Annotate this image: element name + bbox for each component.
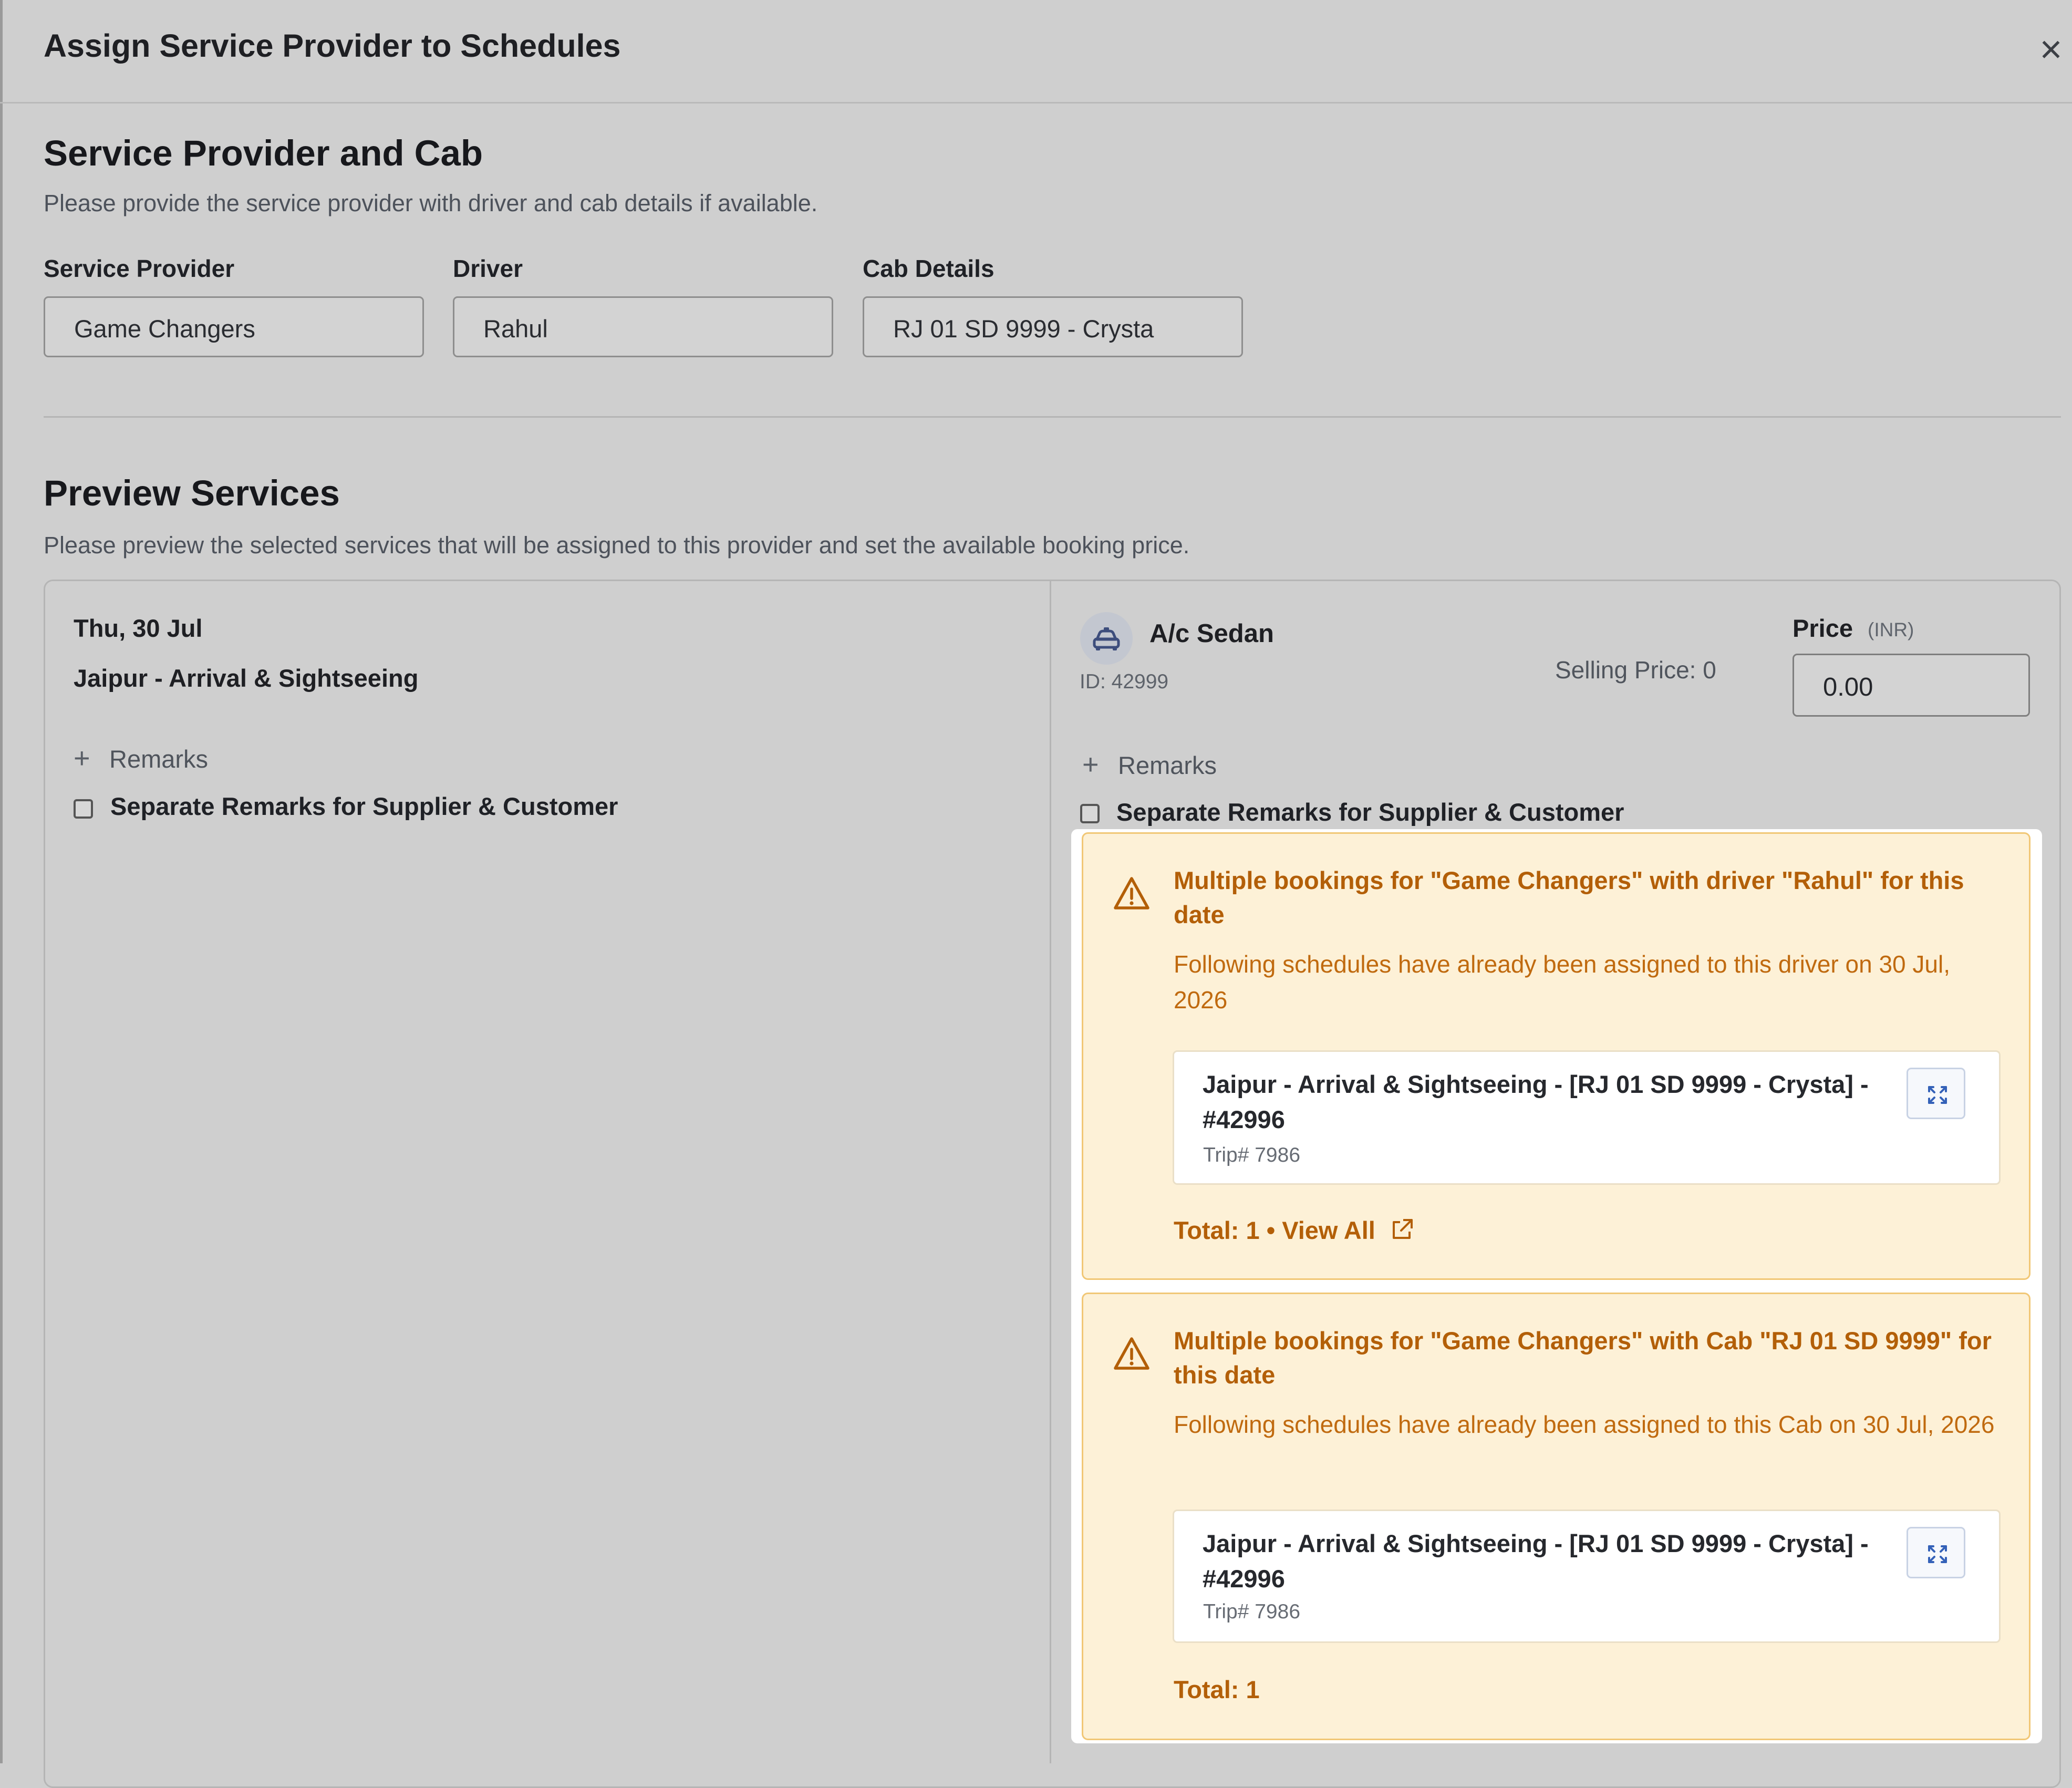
- total-separator: •: [1259, 1216, 1282, 1244]
- trip-number: Trip# 7986: [1203, 1144, 1301, 1166]
- service-provider-value: Game Changers: [74, 315, 255, 343]
- conflicting-schedule: Jaipur - Arrival & Sightseeing - [RJ 01 …: [1173, 1510, 2001, 1643]
- add-cab-remarks-button[interactable]: + Remarks: [1082, 748, 1217, 781]
- expand-icon: [1928, 1086, 1947, 1104]
- warning-description: Following schedules have already been as…: [1174, 1411, 1995, 1438]
- separate-remarks-checkbox[interactable]: [74, 799, 93, 819]
- schedule-title: Jaipur - Arrival & Sightseeing - [RJ 01 …: [1203, 1070, 1869, 1133]
- close-icon[interactable]: ×: [2032, 30, 2070, 69]
- expand-button[interactable]: [1907, 1527, 1965, 1578]
- car-glyph: [1093, 627, 1120, 650]
- total-count: Total: 1: [1174, 1216, 1260, 1244]
- selling-price: Selling Price: 0: [1555, 656, 1716, 684]
- service-provider-label: Service Provider: [44, 255, 235, 282]
- dialog-header: Assign Service Provider to Schedules ×: [0, 0, 2072, 104]
- driver-conflict-warning: Multiple bookings for "Game Changers" wi…: [1082, 832, 2030, 1280]
- cab-conflict-warning: Multiple bookings for "Game Changers" wi…: [1082, 1293, 2030, 1740]
- dialog-left-edge: [0, 0, 3, 1763]
- conflict-total: Total: 1 • View All: [1174, 1216, 1416, 1245]
- trip-number: Trip# 7986: [1203, 1600, 1301, 1623]
- plus-icon: +: [74, 742, 90, 774]
- warning-title: Multiple bookings for "Game Changers" wi…: [1174, 866, 1964, 928]
- price-value: 0.00: [1823, 673, 1873, 701]
- cab-details-label: Cab Details: [863, 255, 994, 282]
- service-date: Thu, 30 Jul: [74, 614, 203, 642]
- cab-remarks-label: Remarks: [1118, 751, 1217, 779]
- warning-description: Following schedules have already been as…: [1174, 950, 1950, 1014]
- separate-remarks-label: Separate Remarks for Supplier & Customer: [110, 792, 618, 820]
- driver-value: Rahul: [483, 315, 548, 343]
- expand-button[interactable]: [1907, 1068, 1965, 1119]
- schedule-title: Jaipur - Arrival & Sightseeing - [RJ 01 …: [1203, 1529, 1869, 1593]
- warning-title: Multiple bookings for "Game Changers" wi…: [1174, 1327, 1992, 1389]
- conflicting-schedule: Jaipur - Arrival & Sightseeing - [RJ 01 …: [1173, 1050, 2001, 1185]
- cab-separate-remarks-checkbox[interactable]: [1080, 804, 1100, 823]
- plus-icon: +: [1082, 749, 1099, 780]
- driver-label: Driver: [453, 255, 523, 282]
- price-input[interactable]: 0.00: [1793, 654, 2030, 717]
- cab-separate-remarks-label: Separate Remarks for Supplier & Customer: [1116, 798, 1624, 826]
- expand-icon: [1928, 1545, 1947, 1563]
- warning-triangle-icon: [1114, 877, 1149, 909]
- total-count: Total: 1: [1174, 1676, 1260, 1703]
- driver-field[interactable]: Rahul: [453, 296, 833, 357]
- cab-id: ID: 42999: [1080, 670, 1169, 693]
- preview-section-subtitle: Please preview the selected services tha…: [44, 532, 1190, 559]
- column-divider: [1050, 581, 1051, 1763]
- remarks-label: Remarks: [109, 745, 209, 773]
- section-divider: [44, 416, 2061, 418]
- service-route: Jaipur - Arrival & Sightseeing: [74, 664, 419, 692]
- cab-details-value: RJ 01 SD 9999 - Crysta: [893, 315, 1154, 343]
- add-remarks-button[interactable]: + Remarks: [74, 742, 208, 774]
- dialog-title: Assign Service Provider to Schedules: [44, 28, 621, 64]
- price-unit: (INR): [1868, 619, 1914, 640]
- warning-triangle-icon: [1114, 1337, 1149, 1370]
- external-link-icon[interactable]: [1389, 1216, 1416, 1243]
- assign-provider-dialog: Assign Service Provider to Schedules × S…: [0, 0, 2072, 1788]
- preview-section-title: Preview Services: [44, 473, 340, 513]
- provider-section-title: Service Provider and Cab: [44, 133, 483, 173]
- price-label: Price: [1793, 614, 1853, 642]
- provider-section-subtitle: Please provide the service provider with…: [44, 190, 818, 216]
- service-provider-field[interactable]: Game Changers: [44, 296, 424, 357]
- cab-icon: [1080, 612, 1133, 665]
- cab-details-field[interactable]: RJ 01 SD 9999 - Crysta: [863, 296, 1243, 357]
- cab-type-name: A/c Sedan: [1149, 619, 1274, 648]
- conflict-total: Total: 1: [1174, 1675, 1260, 1704]
- view-all-link[interactable]: View All: [1282, 1216, 1375, 1244]
